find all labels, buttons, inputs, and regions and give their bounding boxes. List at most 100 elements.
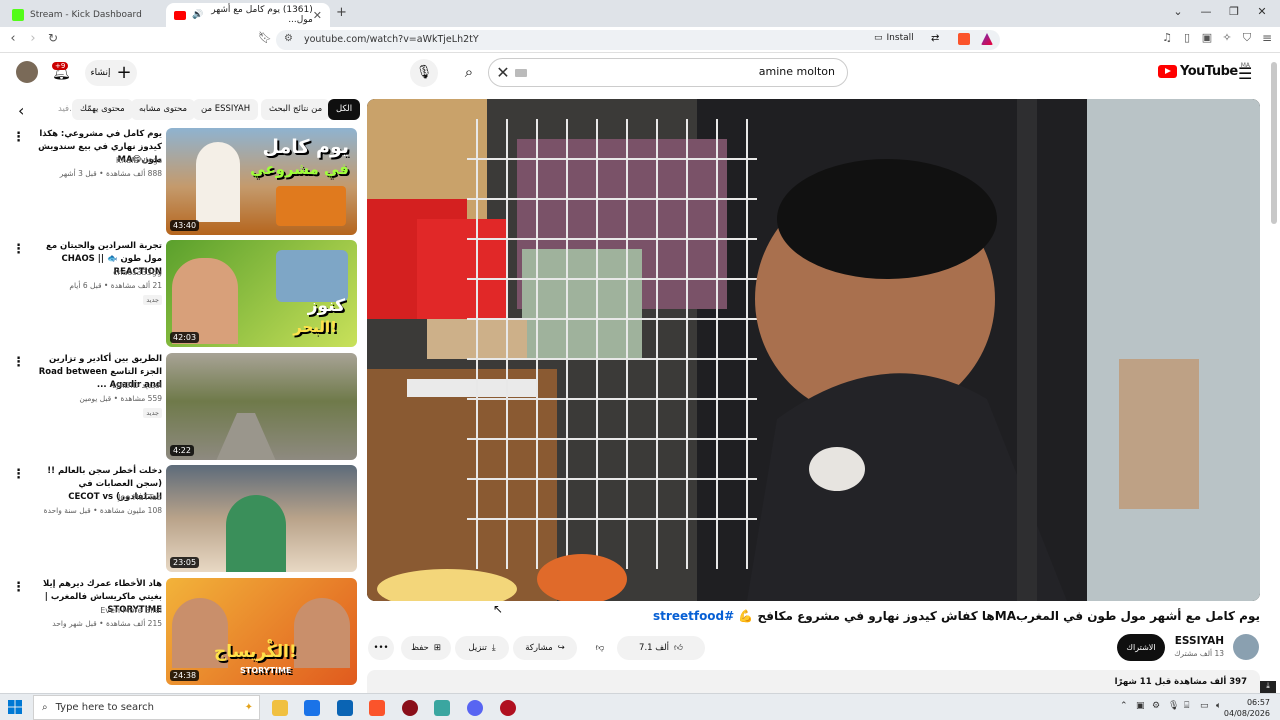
url-field[interactable]: ⚙︎ youtube.com/watch?v=aWkTjeLh2tY ▭ Ins… — [276, 30, 1000, 50]
app-icon[interactable] — [434, 700, 450, 716]
guide-menu-icon[interactable]: ☰ — [1238, 64, 1252, 83]
discord-icon[interactable] — [467, 700, 483, 716]
scroll-down-icon[interactable]: ⤓ — [1260, 681, 1276, 693]
chip-from-channel[interactable]: من ESSIYAH — [193, 99, 259, 120]
likes-count[interactable]: 7.1 ألف — [639, 643, 669, 653]
keyboard-icon[interactable] — [515, 69, 527, 77]
file-explorer-icon[interactable] — [272, 700, 288, 716]
rec-thumbnail[interactable]: كنوز البحر! 42:03 — [166, 240, 357, 347]
save-button[interactable]: حفظ ⊞ — [401, 636, 451, 660]
recommendation-item[interactable]: ⋮ هاد الأخطاء عمرك ديرهم إيلا بغيتي ماكر… — [8, 578, 358, 686]
rec-thumbnail[interactable]: 4:22 — [166, 353, 357, 460]
share-button[interactable]: مشاركة ↪ — [513, 636, 577, 660]
more-options-icon[interactable]: ⋮ — [12, 355, 25, 370]
back-icon[interactable]: ‹ — [4, 31, 22, 46]
download-icon: ⤓ — [491, 643, 496, 653]
rec-channel[interactable]: Even More Bilal — [100, 606, 162, 615]
more-actions-button[interactable]: ••• — [368, 636, 394, 660]
system-clock[interactable]: 06:57 04/08/2026 — [1224, 697, 1270, 719]
chip-for-you[interactable]: محتوى يهمّك — [72, 99, 133, 120]
leo-ai-icon[interactable]: ✧ — [1218, 31, 1236, 44]
dislike-button[interactable]: 👎︎ — [585, 636, 615, 660]
forward-icon[interactable]: › — [24, 31, 42, 46]
more-options-icon[interactable]: ⋮ — [12, 130, 25, 145]
display-icon[interactable]: ▭ — [1200, 701, 1209, 711]
translate-icon[interactable]: ⇄ — [931, 33, 939, 44]
vpn-icon[interactable]: ⛉ — [1238, 31, 1256, 45]
video-hashtag-link[interactable]: #streetfood — [653, 609, 734, 623]
rec-channel[interactable]: LJADID الجديد — [112, 381, 162, 390]
more-options-icon[interactable]: ⋮ — [12, 580, 25, 595]
recommendation-item[interactable]: ⋮ يوم كامل في مشروعي: هكذا كيدوز نهاري ف… — [8, 128, 358, 236]
search-button-icon[interactable]: ⌕ — [450, 58, 488, 87]
voice-search-mic-icon[interactable]: 🎙︎ — [410, 59, 438, 87]
mouse-cursor-icon: ↖ — [493, 602, 504, 616]
browser-tab-youtube[interactable]: 🔊 (1361) يوم كامل مع أشهر مول... ✕ — [166, 3, 330, 27]
rec-channel[interactable]: Khalfi vlogs — [116, 156, 162, 165]
video-frame — [367, 99, 1260, 601]
recommendation-item[interactable]: ⋮ دخلت أخطر سجن بالعالم !! (سجن العصابات… — [8, 465, 358, 573]
new-tab-button[interactable]: + — [336, 5, 347, 20]
media-icon[interactable]: ♫ — [1158, 31, 1176, 44]
channel-avatar[interactable] — [1233, 634, 1259, 660]
chip-from-search[interactable]: من نتائج البحث — [261, 99, 331, 120]
brave-browser-icon[interactable] — [369, 700, 385, 716]
channel-name[interactable]: ESSIYAH — [1175, 635, 1224, 647]
maximize-button[interactable]: ❐ — [1224, 5, 1244, 18]
store-icon[interactable] — [304, 700, 320, 716]
share-icon: ↪ — [557, 643, 565, 653]
more-options-icon[interactable]: ⋮ — [12, 242, 25, 257]
app-icon[interactable] — [500, 700, 516, 716]
browser-menu-icon[interactable]: ≡ — [1258, 31, 1276, 45]
network-icon[interactable]: ⌸ — [1184, 701, 1189, 711]
speaker-icon[interactable]: 🔊 — [192, 10, 203, 20]
volume-icon[interactable]: 🔈︎ — [1216, 701, 1221, 711]
recommendation-item[interactable]: ⋮ الطريق بين أكادير و تزارين الجزء التاس… — [8, 353, 358, 461]
install-app-button[interactable]: ▭ Install — [874, 33, 914, 43]
tab-search-icon[interactable]: ⌄ — [1168, 5, 1188, 18]
rec-thumbnail[interactable]: يوم كامل في مشروعي 43:40 — [166, 128, 357, 235]
mail-icon[interactable] — [337, 700, 353, 716]
page-scrollbar[interactable] — [1271, 62, 1277, 224]
subscribe-button[interactable]: الاشتراك — [1117, 634, 1165, 661]
taskbar-search-placeholder: Type here to search — [55, 702, 154, 713]
thumb-caption: الكْريساج! — [214, 642, 297, 662]
recommendation-item[interactable]: ⋮ تجربة السرادين والحيتان مع مول طون 🐟 |… — [8, 240, 358, 348]
browser-tab-kick[interactable]: Stream - Kick Dashboard — [4, 3, 164, 27]
video-title-text: يوم كامل مع أشهر مول طون في المغربMAها ك… — [738, 609, 1260, 623]
bookmark-icon[interactable]: 🔖︎ — [256, 31, 274, 44]
close-tab-icon[interactable]: ✕ — [313, 9, 322, 22]
wallet-icon[interactable]: ▣ — [1198, 31, 1216, 44]
logo-wordmark: YouTube — [1180, 64, 1238, 79]
clear-search-icon[interactable]: ✕ — [493, 63, 513, 82]
like-icon[interactable]: 👍︎ — [674, 643, 683, 653]
rec-channel[interactable]: Joe HaTTab — [118, 493, 162, 502]
site-info-icon[interactable]: ⚙︎ — [284, 33, 293, 44]
taskbar-search-box[interactable]: ⌕ Type here to search ✦ — [33, 695, 260, 720]
create-button[interactable]: إنشاء + — [85, 60, 137, 86]
sidebar-icon[interactable]: ▯ — [1178, 31, 1196, 44]
download-button[interactable]: تنزيل ⤓ — [455, 636, 509, 660]
microphone-icon[interactable]: 🎙︎ — [1168, 701, 1179, 711]
rec-thumbnail[interactable]: 23:05 — [166, 465, 357, 572]
close-window-button[interactable]: ✕ — [1252, 5, 1272, 18]
search-input[interactable] — [635, 65, 835, 78]
tray-overflow-icon[interactable]: ⌃ — [1120, 701, 1128, 711]
video-title: يوم كامل مع أشهر مول طون في المغربMAها ك… — [653, 609, 1260, 623]
minimize-button[interactable]: — — [1196, 5, 1216, 18]
brave-shield-icon[interactable] — [958, 33, 970, 45]
rec-thumbnail[interactable]: الكْريساج! STORYTIME 24:38 — [166, 578, 357, 685]
rec-channel[interactable]: chaos333gg — [113, 268, 162, 277]
more-options-icon[interactable]: ⋮ — [12, 467, 25, 482]
chip-all[interactable]: الكل — [328, 99, 361, 120]
windows-start-icon[interactable] — [8, 700, 22, 714]
tray-app-icon[interactable]: ⚙︎ — [1152, 701, 1160, 711]
chip-similar[interactable]: محتوى مشابه — [131, 99, 195, 120]
reload-icon[interactable]: ↻ — [44, 31, 62, 45]
obs-icon[interactable] — [402, 700, 418, 716]
tray-app-icon[interactable]: ▣ — [1136, 701, 1145, 711]
youtube-logo[interactable]: YouTube MA — [1158, 62, 1250, 79]
account-avatar[interactable] — [16, 61, 38, 83]
video-player[interactable] — [367, 99, 1260, 601]
chips-scroll-left-icon[interactable]: ‹ — [18, 101, 24, 120]
